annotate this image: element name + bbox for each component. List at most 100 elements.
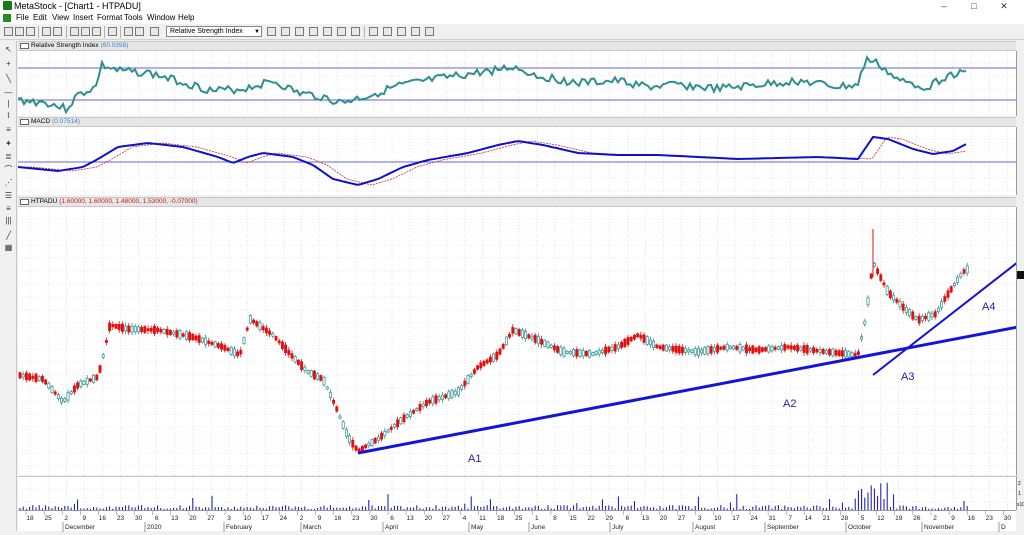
- axis-day-label: 24: [280, 515, 288, 522]
- candle-body: [168, 329, 172, 336]
- save-icon[interactable]: [26, 27, 35, 36]
- layout-5-icon[interactable]: [425, 27, 434, 36]
- axis-day-label: 11: [479, 515, 486, 522]
- binoculars-icon[interactable]: [323, 27, 332, 36]
- menu-view[interactable]: View: [52, 12, 69, 24]
- rsi-scale[interactable]: [1016, 51, 1024, 116]
- vertical-line-icon[interactable]: |: [4, 99, 13, 108]
- minimize-button[interactable]: –: [934, 0, 954, 12]
- date-axis[interactable]: 18 25 2 9 16 23 30 6 13 20 27 3 10 17 24 2 9 16 23 30 6 13 20 2…: [18, 510, 1016, 532]
- enhanced-system-icon[interactable]: [309, 27, 318, 36]
- paste-icon[interactable]: [92, 27, 101, 36]
- trendline-icon[interactable]: ╲: [4, 74, 13, 83]
- rsi-pane[interactable]: [17, 51, 1016, 116]
- axis-day-label: 10: [714, 515, 722, 522]
- print-icon[interactable]: [42, 27, 51, 36]
- indicator-select[interactable]: Relative Strength Index ▼: [166, 26, 262, 37]
- menu-window[interactable]: Window: [147, 12, 175, 24]
- zoom-icon[interactable]: [135, 27, 144, 36]
- pane-menu-icon[interactable]: [20, 199, 29, 205]
- candle-body: [293, 356, 297, 363]
- candle-body: [562, 347, 566, 357]
- gann-icon[interactable]: ✦: [4, 139, 13, 148]
- arc-icon[interactable]: ☰: [4, 191, 13, 200]
- expert-icon[interactable]: [267, 27, 276, 36]
- axis-day-label: 20: [660, 515, 668, 522]
- price-scale[interactable]: [1016, 207, 1024, 475]
- candle-body: [296, 359, 300, 365]
- candle-body: [63, 398, 67, 402]
- candle-body: [748, 347, 752, 352]
- candle-body: [152, 325, 156, 334]
- candle-body: [280, 341, 284, 350]
- pointer-icon[interactable]: ↖: [4, 45, 13, 54]
- macd-line: [17, 135, 967, 186]
- menu-insert[interactable]: Insert: [73, 12, 93, 24]
- candle-body: [258, 321, 262, 330]
- cycle-icon[interactable]: ⌇: [4, 111, 13, 120]
- candle-body: [754, 347, 758, 352]
- volume-plot: [18, 477, 1016, 511]
- close-button[interactable]: ✕: [994, 0, 1014, 12]
- layout-2-icon[interactable]: [383, 27, 392, 36]
- quadrant-icon[interactable]: ≡: [4, 204, 13, 213]
- annotation-a3: A3: [901, 371, 914, 383]
- candle-body: [72, 385, 76, 393]
- candle-body: [920, 316, 924, 321]
- pane-menu-icon[interactable]: [20, 119, 29, 125]
- print-preview-icon[interactable]: [53, 27, 62, 36]
- axis-day-label: 13: [406, 515, 414, 522]
- forecast-icon[interactable]: [351, 27, 360, 36]
- open-icon[interactable]: [15, 27, 24, 36]
- layout-3-icon[interactable]: [397, 27, 406, 36]
- candle-body: [533, 334, 537, 343]
- candle-body: [309, 370, 313, 377]
- smart-chart-icon[interactable]: [337, 27, 346, 36]
- layout-4-icon[interactable]: [411, 27, 420, 36]
- system-tester-icon[interactable]: [295, 27, 304, 36]
- volume-scale[interactable]: 2 1 x10: [1016, 476, 1024, 510]
- candle-body: [764, 347, 768, 352]
- crosshair-icon[interactable]: +: [4, 59, 13, 68]
- layout-1-icon[interactable]: [369, 27, 378, 36]
- candle-body: [821, 348, 825, 355]
- candle-body: [463, 380, 467, 387]
- candle-body: [312, 370, 316, 380]
- pen-icon[interactable]: ╱: [4, 231, 13, 240]
- copy-icon[interactable]: [81, 27, 90, 36]
- pane-menu-icon[interactable]: [20, 43, 29, 49]
- speed-line-icon[interactable]: ⋰: [4, 178, 13, 187]
- volume-tick: 2: [1018, 481, 1021, 487]
- menu-file[interactable]: File: [16, 12, 29, 24]
- undo-icon[interactable]: [108, 27, 117, 36]
- cut-icon[interactable]: [70, 27, 79, 36]
- text-icon[interactable]: ≣: [4, 152, 13, 161]
- crosshair-icon[interactable]: [124, 27, 133, 36]
- candle-body: [143, 326, 147, 333]
- candle-body: [274, 336, 278, 341]
- menu-edit[interactable]: Edit: [33, 12, 47, 24]
- channel-icon[interactable]: ⌒: [4, 165, 13, 174]
- indicator-icon[interactable]: [150, 27, 159, 36]
- menu-help[interactable]: Help: [178, 12, 194, 24]
- candle-body: [524, 331, 528, 340]
- candle-body: [536, 336, 540, 345]
- fill-icon[interactable]: ▦: [4, 243, 13, 252]
- price-pane[interactable]: A1 A2 A3 A4: [18, 207, 1019, 475]
- menu-format[interactable]: Format: [97, 12, 122, 24]
- macd-scale[interactable]: [1016, 127, 1024, 195]
- regression-icon[interactable]: |||: [4, 216, 13, 225]
- menu-tools[interactable]: Tools: [124, 12, 143, 24]
- candle-body: [712, 346, 716, 352]
- horizontal-line-icon[interactable]: —: [4, 88, 13, 97]
- volume-pane[interactable]: [18, 476, 1016, 511]
- fibonacci-icon[interactable]: ≡: [4, 125, 13, 134]
- macd-pane[interactable]: [17, 127, 1016, 195]
- candle-body: [136, 326, 140, 333]
- candle-body: [47, 382, 51, 389]
- axis-day-label: 9: [951, 515, 955, 522]
- explorer-icon[interactable]: [281, 27, 290, 36]
- new-icon[interactable]: [4, 27, 13, 36]
- candle-body: [482, 360, 486, 366]
- maximize-button[interactable]: □: [964, 0, 984, 12]
